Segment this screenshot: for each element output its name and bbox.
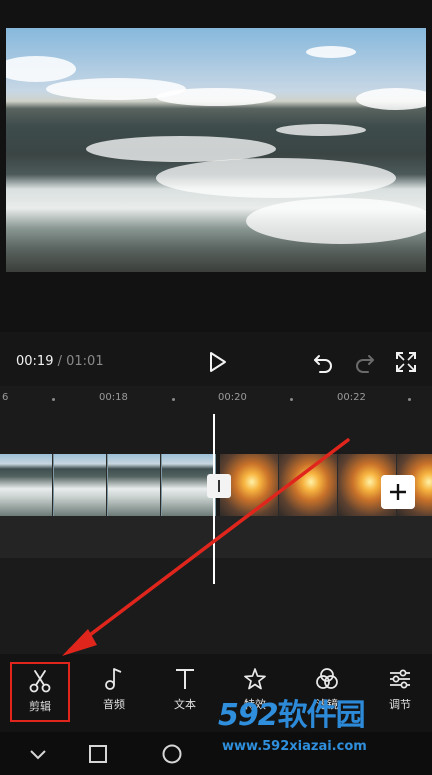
add-clip-button[interactable]: [381, 475, 415, 509]
ruler-label: 00:20: [218, 392, 247, 403]
site-watermark-logo: 592软件园: [218, 690, 432, 736]
tool-label: 剪辑: [29, 700, 51, 713]
tool-cut[interactable]: 剪辑: [10, 662, 70, 722]
play-icon[interactable]: [205, 350, 229, 374]
chevron-down-icon[interactable]: [26, 742, 50, 766]
watermark-number: 592: [218, 698, 279, 733]
total-time: 01:01: [66, 354, 104, 369]
empty-track-lane: [0, 516, 432, 558]
ruler-label: 00:18: [99, 392, 128, 403]
sliders-icon: [390, 669, 410, 689]
time-ruler: 6 00:18 00:20 00:22: [0, 386, 432, 412]
undo-icon[interactable]: [311, 350, 335, 374]
tool-text[interactable]: 文本: [155, 662, 215, 722]
video-preview: [0, 0, 432, 332]
video-frame[interactable]: [6, 28, 426, 272]
system-nav-bar: [0, 732, 432, 775]
tool-label: 音频: [103, 698, 125, 711]
home-circle-icon[interactable]: [160, 742, 184, 766]
text-icon: [176, 669, 194, 689]
star-effects-icon: [244, 668, 266, 690]
watermark-text: 软件园: [277, 698, 366, 733]
scissors-icon: [29, 670, 51, 693]
ruler-edge-label: 6: [2, 392, 9, 403]
watermark-url: www.592xiazai.com: [222, 739, 367, 754]
timecode: 00:19 / 01:01: [16, 354, 104, 369]
tool-audio[interactable]: 音频: [84, 662, 144, 722]
music-note-icon: [105, 668, 122, 690]
playhead[interactable]: [213, 414, 215, 584]
playback-bar: 00:19 / 01:01: [0, 332, 432, 392]
ruler-label: 00:22: [337, 392, 366, 403]
clip-transition-handle[interactable]: [207, 474, 231, 498]
fullscreen-icon[interactable]: [394, 350, 418, 374]
timeline[interactable]: 6 00:18 00:20 00:22: [0, 386, 432, 654]
time-separator: /: [53, 354, 67, 369]
current-time: 00:19: [16, 354, 54, 369]
redo-icon[interactable]: [353, 350, 377, 374]
filter-circles-icon: [316, 668, 338, 689]
tool-label: 文本: [174, 698, 196, 711]
recents-square-icon[interactable]: [86, 742, 110, 766]
video-clip-ocean[interactable]: [0, 454, 216, 516]
